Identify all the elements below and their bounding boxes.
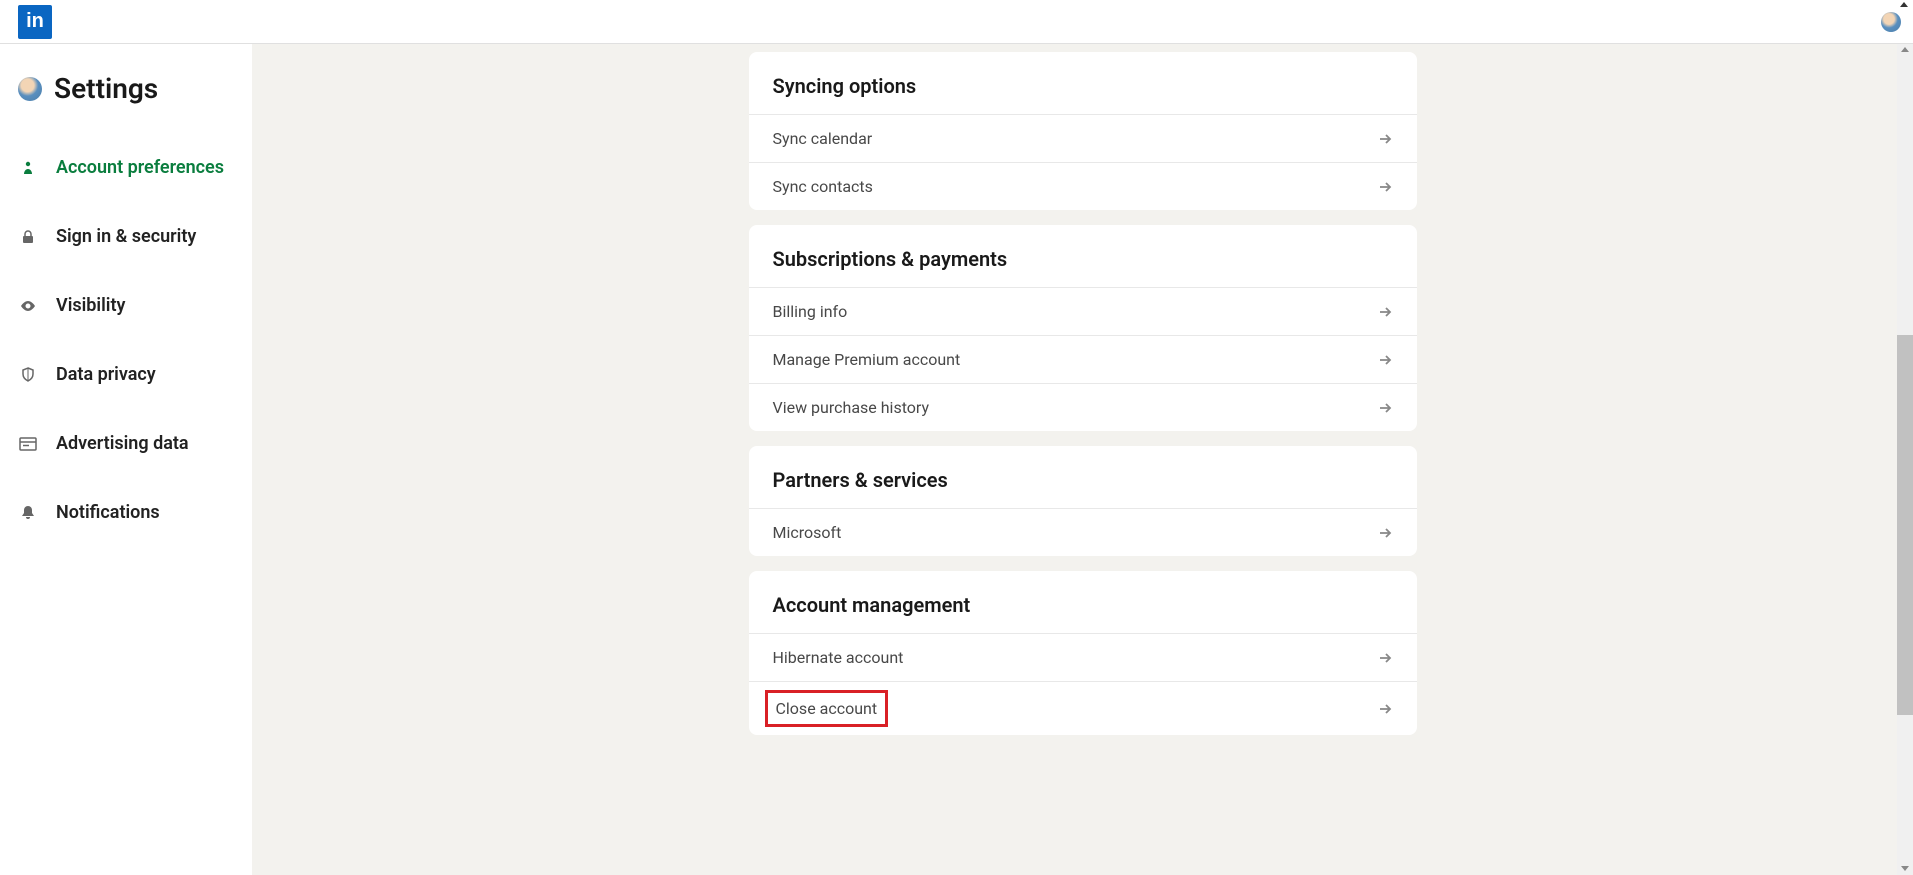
lock-icon (18, 227, 38, 247)
scroll-down-icon[interactable] (1901, 866, 1909, 871)
ad-icon (18, 434, 38, 454)
top-bar: in (0, 0, 1913, 44)
row-billing-info[interactable]: Billing info (749, 287, 1417, 335)
row-purchase-history[interactable]: View purchase history (749, 383, 1417, 431)
section-partners-services: Partners & services Microsoft (749, 446, 1417, 556)
content-area: Syncing options Sync calendar Sync conta… (252, 44, 1913, 875)
sidebar: Settings Account preferences Sign in & s… (0, 44, 252, 875)
sidebar-item-sign-in-security[interactable]: Sign in & security (18, 216, 252, 257)
eye-icon (18, 296, 38, 316)
logo-text: in (26, 10, 44, 33)
row-label: Microsoft (773, 523, 842, 542)
arrow-right-icon (1377, 131, 1393, 147)
row-label: Sync contacts (773, 177, 873, 196)
row-label: Hibernate account (773, 648, 904, 667)
row-sync-calendar[interactable]: Sync calendar (749, 114, 1417, 162)
sidebar-item-notifications[interactable]: Notifications (18, 492, 252, 533)
sidebar-item-label: Visibility (56, 295, 125, 316)
scrollbar-thumb[interactable] (1897, 335, 1913, 715)
row-label: View purchase history (773, 398, 930, 417)
arrow-right-icon (1377, 179, 1393, 195)
linkedin-logo[interactable]: in (18, 5, 52, 39)
row-label: Billing info (773, 302, 848, 321)
row-microsoft[interactable]: Microsoft (749, 508, 1417, 556)
arrow-right-icon (1377, 701, 1393, 717)
sidebar-header: Settings (18, 72, 252, 105)
sidebar-item-advertising-data[interactable]: Advertising data (18, 423, 252, 464)
sidebar-item-visibility[interactable]: Visibility (18, 285, 252, 326)
sidebar-avatar[interactable] (18, 77, 42, 101)
row-manage-premium[interactable]: Manage Premium account (749, 335, 1417, 383)
shield-icon (18, 365, 38, 385)
caret-up-icon (1900, 2, 1908, 7)
row-label: Close account (765, 690, 889, 727)
sidebar-item-label: Notifications (56, 502, 160, 523)
avatar[interactable] (1881, 12, 1901, 32)
arrow-right-icon (1377, 650, 1393, 666)
bell-icon (18, 503, 38, 523)
row-sync-contacts[interactable]: Sync contacts (749, 162, 1417, 210)
sidebar-item-label: Data privacy (56, 364, 156, 385)
main-wrap: Settings Account preferences Sign in & s… (0, 44, 1913, 875)
scroll-up-icon[interactable] (1901, 47, 1909, 52)
row-label: Sync calendar (773, 129, 873, 148)
sidebar-item-account-preferences[interactable]: Account preferences (18, 147, 252, 188)
section-account-management: Account management Hibernate account Clo… (749, 571, 1417, 735)
person-icon (18, 158, 38, 178)
section-title: Syncing options (749, 52, 1417, 114)
arrow-right-icon (1377, 352, 1393, 368)
sidebar-item-label: Sign in & security (56, 226, 196, 247)
sidebar-item-data-privacy[interactable]: Data privacy (18, 354, 252, 395)
page-title: Settings (54, 72, 158, 105)
section-title: Account management (749, 571, 1417, 633)
section-subscriptions-payments: Subscriptions & payments Billing info Ma… (749, 225, 1417, 431)
sidebar-item-label: Advertising data (56, 433, 189, 454)
section-title: Subscriptions & payments (749, 225, 1417, 287)
row-hibernate-account[interactable]: Hibernate account (749, 633, 1417, 681)
sidebar-item-label: Account preferences (56, 157, 224, 178)
row-close-account[interactable]: Close account (749, 681, 1417, 735)
row-label: Manage Premium account (773, 350, 961, 369)
section-syncing-options: Syncing options Sync calendar Sync conta… (749, 52, 1417, 210)
section-title: Partners & services (749, 446, 1417, 508)
arrow-right-icon (1377, 400, 1393, 416)
arrow-right-icon (1377, 525, 1393, 541)
arrow-right-icon (1377, 304, 1393, 320)
